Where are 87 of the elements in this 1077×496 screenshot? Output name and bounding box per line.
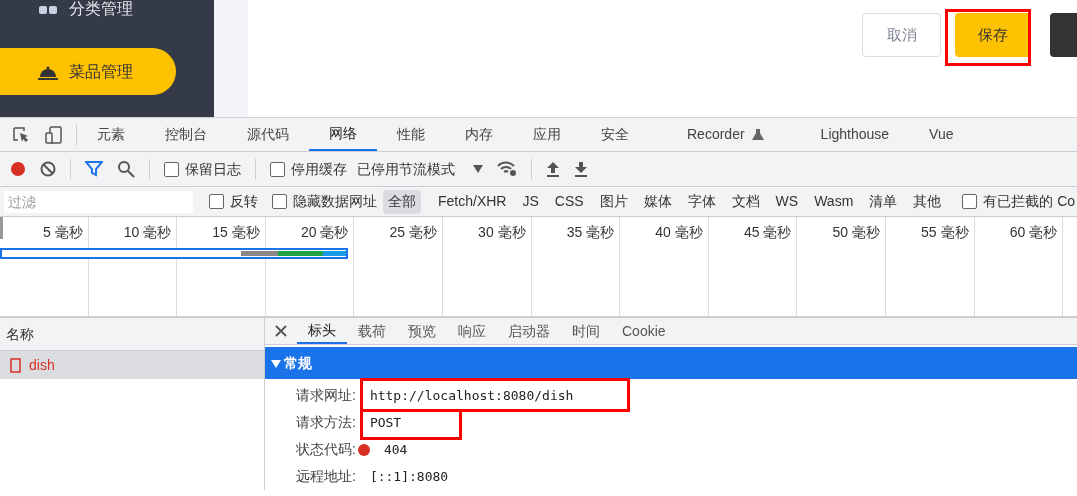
record-icon[interactable] [10, 161, 26, 177]
devtools-tab[interactable]: 源代码 [227, 118, 309, 151]
devtools-tab[interactable]: 性能 [377, 118, 445, 151]
sidebar-item[interactable]: 分类管理 [0, 0, 214, 18]
type-filter[interactable]: WS [770, 189, 804, 214]
field-value: 404 [383, 440, 408, 459]
detail-tab[interactable]: 载荷 [347, 318, 397, 344]
filter-icon[interactable] [85, 161, 103, 177]
field-value: http://localhost:8080/dish [369, 386, 574, 405]
download-icon[interactable] [574, 161, 588, 177]
sidebar-label: 分类管理 [69, 0, 133, 19]
devtools-tab[interactable]: 控制台 [145, 118, 227, 151]
device-icon[interactable] [44, 124, 64, 145]
devtools-tab[interactable]: 安全 [581, 118, 649, 151]
time-tick-label: 5 毫秒 [42, 224, 83, 240]
wifi-settings-icon[interactable] [497, 161, 517, 177]
time-tick-label: 20 毫秒 [300, 224, 349, 240]
detail-tab[interactable]: 时间 [561, 318, 611, 344]
search-icon[interactable] [117, 160, 135, 178]
devtools-tab[interactable]: 元素 [77, 118, 145, 151]
type-filter[interactable]: Fetch/XHR [433, 189, 512, 214]
filter-field[interactable]: 过滤 [4, 190, 193, 213]
close-icon[interactable] [275, 325, 287, 337]
devtools-tab[interactable]: Recorder [667, 118, 781, 151]
type-filter[interactable]: JS [517, 189, 544, 214]
devtools-tab[interactable]: 内存 [445, 118, 513, 151]
time-tick-label: 10 毫秒 [123, 224, 172, 240]
checkbox-label[interactable]: 保留日志 [185, 158, 241, 180]
devtools-tab[interactable]: 应用 [513, 118, 581, 151]
cancel-button[interactable]: 取消 [862, 13, 941, 57]
checkbox[interactable] [962, 194, 978, 209]
type-filter[interactable]: 全部 [383, 189, 421, 214]
type-filter[interactable]: Wasm [809, 189, 859, 214]
document-icon[interactable] [10, 357, 21, 373]
field-value: POST [369, 413, 402, 432]
field-label: 状态代码: [296, 440, 356, 459]
section-header[interactable]: 常规 [265, 347, 1077, 379]
checkbox-label[interactable]: 隐藏数据网址 [293, 191, 377, 212]
detail-tab[interactable]: 启动器 [497, 318, 561, 344]
dropdown-arrow-icon[interactable] [473, 165, 483, 173]
type-filter[interactable]: 文档 [726, 189, 765, 214]
detail-tab[interactable]: Cookie [611, 318, 677, 344]
sidebar-label: 菜品管理 [69, 61, 133, 82]
type-filter[interactable]: CSS [549, 189, 589, 214]
request-row[interactable]: dish [0, 351, 264, 379]
time-tick-label: 55 毫秒 [921, 224, 969, 240]
detail-tab[interactable]: 响应 [447, 318, 497, 344]
clear-icon[interactable] [40, 161, 56, 177]
detail-tab[interactable]: 预览 [397, 318, 447, 344]
type-filter[interactable]: 媒体 [638, 189, 677, 214]
grid-icon[interactable] [37, 3, 59, 15]
field-label: 请求方法: [296, 413, 356, 432]
type-filter[interactable]: 图片 [594, 189, 633, 214]
devtools-tab[interactable]: Lighthouse [800, 118, 910, 151]
column-header[interactable]: 名称 [6, 323, 34, 345]
time-tick-label: 25 毫秒 [389, 224, 437, 240]
checkbox[interactable] [272, 194, 287, 209]
detail-tab[interactable]: 标头 [297, 318, 347, 344]
inspect-icon[interactable] [12, 125, 30, 144]
type-filter[interactable]: 其他 [908, 189, 947, 214]
time-tick-label: 35 毫秒 [566, 224, 615, 240]
time-tick-label: 45 毫秒 [743, 224, 792, 240]
field-value: [::1]:8080 [369, 467, 449, 486]
time-tick-label: 60 毫秒 [1009, 224, 1058, 240]
checkbox[interactable] [164, 161, 179, 177]
type-filter[interactable]: 字体 [682, 189, 721, 214]
time-tick-label: 50 毫秒 [832, 224, 880, 240]
devtools-tab[interactable]: Vue [909, 118, 974, 151]
time-tick-label: 15 毫秒 [212, 224, 260, 240]
save-button[interactable]: 保存 [955, 13, 1031, 57]
flask-icon[interactable] [751, 128, 764, 141]
type-filter[interactable]: 清单 [864, 189, 903, 214]
checkbox-label[interactable]: 反转 [230, 191, 258, 212]
triangle-down-icon[interactable] [271, 358, 281, 368]
checkbox[interactable] [270, 161, 285, 177]
devtools-tab[interactable]: 网络 [309, 118, 377, 151]
status-dot-icon[interactable] [357, 443, 370, 456]
checkbox-label[interactable]: 停用缓存 [291, 158, 347, 180]
sidebar-item[interactable]: 菜品管理 [0, 48, 176, 95]
field-label: 请求网址: [296, 386, 356, 405]
time-tick-label: 40 毫秒 [655, 224, 703, 240]
time-tick-label: 30 毫秒 [478, 224, 526, 240]
upload-icon[interactable] [546, 161, 560, 177]
field-label: 远程地址: [296, 467, 356, 486]
throttling-dropdown[interactable]: 已停用节流模式 [357, 158, 483, 180]
checkbox-label[interactable]: 有已拦截的 Co [983, 191, 1076, 212]
checkbox[interactable] [209, 194, 224, 209]
